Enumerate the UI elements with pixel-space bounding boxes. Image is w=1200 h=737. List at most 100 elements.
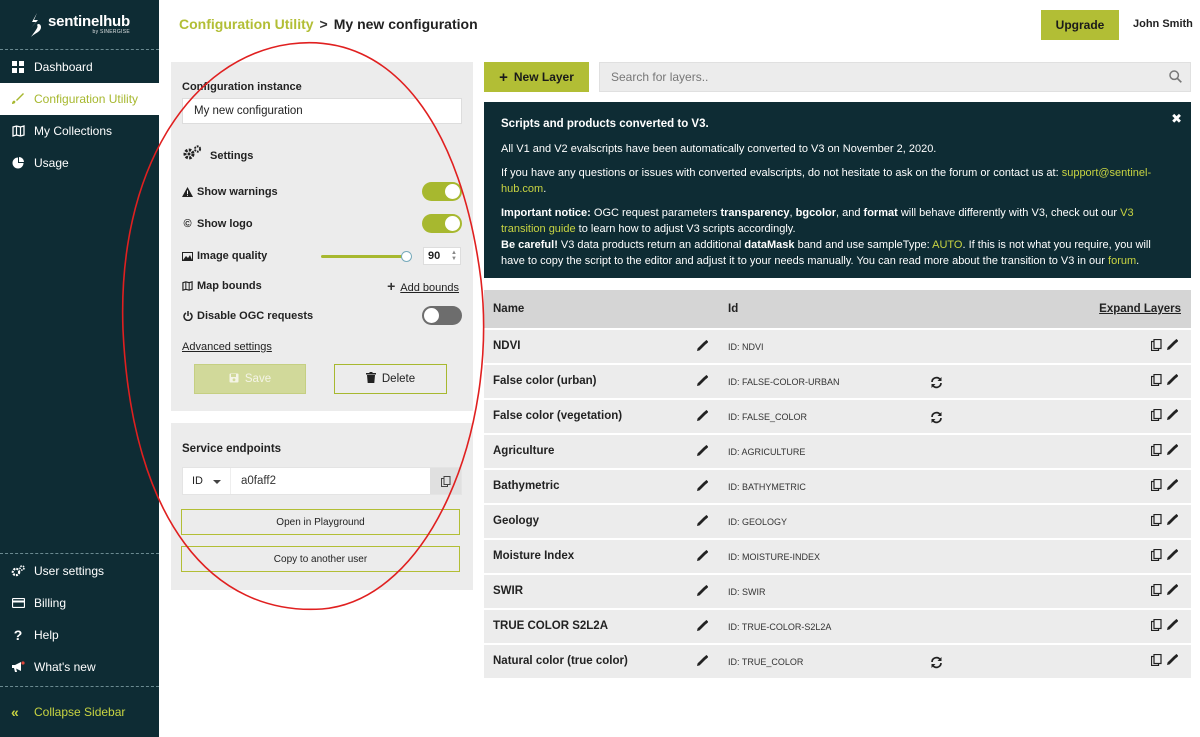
edit-name-pencil-icon[interactable]: [696, 374, 709, 387]
delete-button[interactable]: Delete: [334, 364, 447, 394]
disable-ogc-row: Disable OGC requests: [182, 306, 462, 326]
spinner-arrows-icon[interactable]: ▲ ▼: [451, 250, 457, 262]
edit-layer-pencil-icon[interactable]: [1166, 618, 1179, 631]
copy-to-another-user-button[interactable]: Copy to another user: [181, 546, 460, 572]
image-quality-row: Image quality 90 ▲ ▼: [182, 246, 462, 266]
advanced-settings-link[interactable]: Advanced settings: [182, 341, 272, 353]
table-row[interactable]: Natural color (true color) ID: TRUE_COLOR: [484, 645, 1191, 678]
duplicate-layer-icon[interactable]: [1150, 373, 1162, 387]
disable-ogc-toggle[interactable]: [422, 306, 462, 325]
image-quality-slider-thumb[interactable]: [401, 251, 413, 262]
sidebar-item-usage[interactable]: Usage: [0, 147, 159, 179]
duplicate-layer-icon[interactable]: [1150, 653, 1162, 667]
save-button[interactable]: Save: [194, 364, 306, 394]
brand-logo[interactable]: sentinelhub by SINERGISE: [0, 0, 159, 50]
sidebar-item-billing[interactable]: Billing: [0, 587, 159, 619]
table-row[interactable]: NDVI ID: NDVI: [484, 330, 1191, 363]
notice-title: Scripts and products converted to V3.: [501, 118, 709, 130]
duplicate-layer-icon[interactable]: [1150, 583, 1162, 597]
sidebar-item-dashboard[interactable]: Dashboard: [0, 51, 159, 83]
edit-name-pencil-icon[interactable]: [696, 549, 709, 562]
edit-name-pencil-icon[interactable]: [696, 339, 709, 352]
sidebar-item-whats-new[interactable]: What's new: [0, 651, 159, 683]
notice-p2-text: If you have any questions or issues with…: [501, 167, 1062, 179]
credit-card-icon: [11, 596, 25, 610]
edit-name-pencil-icon[interactable]: [696, 514, 709, 527]
show-logo-toggle[interactable]: [422, 214, 462, 233]
caret-down-icon[interactable]: [213, 480, 221, 484]
sidebar-item-configuration-utility[interactable]: Configuration Utility: [0, 83, 159, 115]
duplicate-layer-icon[interactable]: [1150, 478, 1162, 492]
duplicate-layer-icon[interactable]: [1150, 513, 1162, 527]
layer-id: ID: MOISTURE-INDEX: [728, 552, 821, 562]
add-bounds-button[interactable]: + Add bounds: [387, 278, 459, 294]
upgrade-button[interactable]: Upgrade: [1041, 10, 1119, 40]
layer-name: SWIR: [493, 585, 524, 597]
table-row[interactable]: Geology ID: GEOLOGY: [484, 505, 1191, 538]
duplicate-layer-icon[interactable]: [1150, 338, 1162, 352]
close-icon[interactable]: ✖: [1171, 111, 1182, 127]
endpoint-type-select[interactable]: ID: [192, 475, 203, 487]
new-layer-button[interactable]: + New Layer: [484, 62, 589, 92]
edit-layer-pencil-icon[interactable]: [1166, 338, 1179, 351]
user-menu[interactable]: John Smith: [1133, 18, 1193, 30]
layer-name: Bathymetric: [493, 480, 560, 492]
instance-name-input[interactable]: My new configuration: [182, 98, 462, 124]
duplicate-layer-icon[interactable]: [1150, 408, 1162, 422]
layers-table-header: Name Id Expand Layers: [484, 290, 1191, 328]
duplicate-layer-icon[interactable]: [1150, 618, 1162, 632]
edit-layer-pencil-icon[interactable]: [1166, 373, 1179, 386]
layer-name: Geology: [493, 515, 540, 527]
imp-text-5: to learn how to adjust V3 scripts accord…: [575, 223, 796, 235]
forum-link[interactable]: forum: [1108, 255, 1136, 267]
duplicate-layer-icon[interactable]: [1150, 443, 1162, 457]
sidebar-item-my-collections[interactable]: My Collections: [0, 115, 159, 147]
duplicate-layer-icon[interactable]: [1150, 548, 1162, 562]
grid-icon: [11, 60, 25, 74]
brand-sub: by SINERGISE: [92, 28, 130, 35]
layer-id: ID: TRUE-COLOR-S2L2A: [728, 622, 832, 632]
image-quality-input[interactable]: 90 ▲ ▼: [423, 247, 461, 265]
open-in-playground-button[interactable]: Open in Playground: [181, 509, 460, 535]
breadcrumb-root[interactable]: Configuration Utility: [179, 16, 314, 32]
edit-layer-pencil-icon[interactable]: [1166, 653, 1179, 666]
sidebar-item-user-settings[interactable]: User settings: [0, 555, 159, 587]
copy-id-button[interactable]: [430, 468, 461, 494]
expand-layers-link[interactable]: Expand Layers: [1099, 303, 1181, 315]
sync-icon[interactable]: [930, 656, 943, 669]
table-row[interactable]: SWIR ID: SWIR: [484, 575, 1191, 608]
plus-icon: +: [387, 278, 396, 294]
image-quality-value: 90: [428, 250, 441, 262]
edit-layer-pencil-icon[interactable]: [1166, 478, 1179, 491]
car-text-2: band and use sampleType:: [794, 239, 933, 251]
edit-layer-pencil-icon[interactable]: [1166, 548, 1179, 561]
edit-name-pencil-icon[interactable]: [696, 409, 709, 422]
edit-name-pencil-icon[interactable]: [696, 619, 709, 632]
edit-name-pencil-icon[interactable]: [696, 479, 709, 492]
search-icon[interactable]: [1169, 70, 1182, 83]
edit-layer-pencil-icon[interactable]: [1166, 513, 1179, 526]
table-row[interactable]: Moisture Index ID: MOISTURE-INDEX: [484, 540, 1191, 573]
table-row[interactable]: False color (urban) ID: FALSE-COLOR-URBAN: [484, 365, 1191, 398]
table-row[interactable]: Bathymetric ID: BATHYMETRIC: [484, 470, 1191, 503]
edit-name-pencil-icon[interactable]: [696, 654, 709, 667]
table-row[interactable]: Agriculture ID: AGRICULTURE: [484, 435, 1191, 468]
sync-icon[interactable]: [930, 411, 943, 424]
search-layers-input[interactable]: Search for layers..: [599, 62, 1191, 92]
image-quality-slider-track[interactable]: [321, 255, 407, 258]
table-row[interactable]: TRUE COLOR S2L2A ID: TRUE-COLOR-S2L2A: [484, 610, 1191, 643]
layers-table: Name Id Expand Layers NDVI ID: NDVI False …: [484, 290, 1191, 678]
show-warnings-toggle[interactable]: [422, 182, 462, 201]
warning-icon: [182, 187, 193, 197]
edit-layer-pencil-icon[interactable]: [1166, 443, 1179, 456]
edit-name-pencil-icon[interactable]: [696, 444, 709, 457]
table-row[interactable]: False color (vegetation) ID: FALSE_COLOR: [484, 400, 1191, 433]
imp-param-format: format: [863, 207, 898, 219]
edit-layer-pencil-icon[interactable]: [1166, 408, 1179, 421]
collapse-sidebar-button[interactable]: « Collapse Sidebar: [0, 686, 159, 737]
edit-layer-pencil-icon[interactable]: [1166, 583, 1179, 596]
edit-name-pencil-icon[interactable]: [696, 584, 709, 597]
sync-icon[interactable]: [930, 376, 943, 389]
instance-id-value[interactable]: a0faff2: [241, 475, 276, 487]
sidebar-item-help[interactable]: ? Help: [0, 619, 159, 651]
